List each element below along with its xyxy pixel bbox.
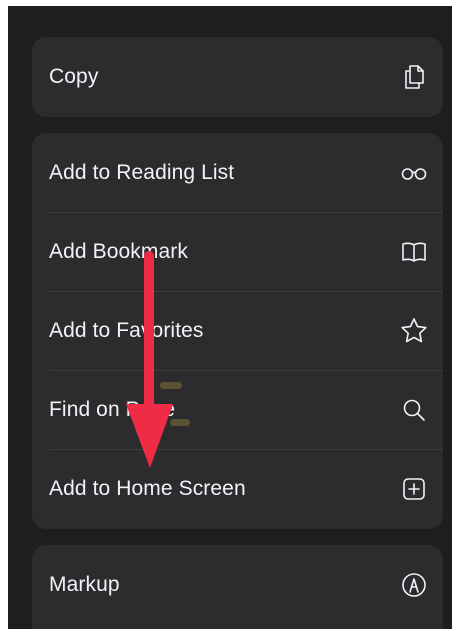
- reading-glasses-icon: [399, 158, 429, 188]
- menu-item-add-to-reading-list[interactable]: Add to Reading List: [32, 133, 443, 212]
- markup-pen-icon: [399, 570, 429, 600]
- menu-item-label: Add to Home Screen: [49, 476, 246, 500]
- menu-item-label: Find on Page: [49, 397, 176, 421]
- add-square-icon: [399, 474, 429, 504]
- screen-smudge: [160, 382, 182, 389]
- share-menu-screen: Copy Add to Reading List Add Bookmark Ad…: [8, 6, 452, 629]
- book-icon: [399, 237, 429, 267]
- menu-item-label: Add to Favorites: [49, 318, 204, 342]
- star-icon: [399, 316, 429, 346]
- screen-smudge: [170, 419, 190, 426]
- menu-item-label: Add Bookmark: [49, 239, 188, 263]
- menu-item-label: Markup: [49, 573, 120, 596]
- search-icon: [399, 395, 429, 425]
- menu-item-add-to-favorites[interactable]: Add to Favorites: [32, 291, 443, 370]
- menu-item-markup[interactable]: Markup: [32, 545, 443, 625]
- menu-item-copy[interactable]: Copy: [32, 37, 443, 117]
- menu-item-label: Copy: [49, 65, 99, 88]
- menu-item-add-bookmark[interactable]: Add Bookmark: [32, 212, 443, 291]
- menu-item-add-to-home-screen[interactable]: Add to Home Screen: [32, 449, 443, 528]
- menu-item-label: Add to Reading List: [49, 160, 235, 184]
- actions-group: Add to Reading List Add Bookmark Add to …: [32, 133, 443, 529]
- markup-group: Markup: [32, 545, 443, 629]
- copy-icon: [399, 62, 429, 92]
- menu-item-find-on-page[interactable]: Find on Page: [32, 370, 443, 449]
- copy-group: Copy: [32, 37, 443, 117]
